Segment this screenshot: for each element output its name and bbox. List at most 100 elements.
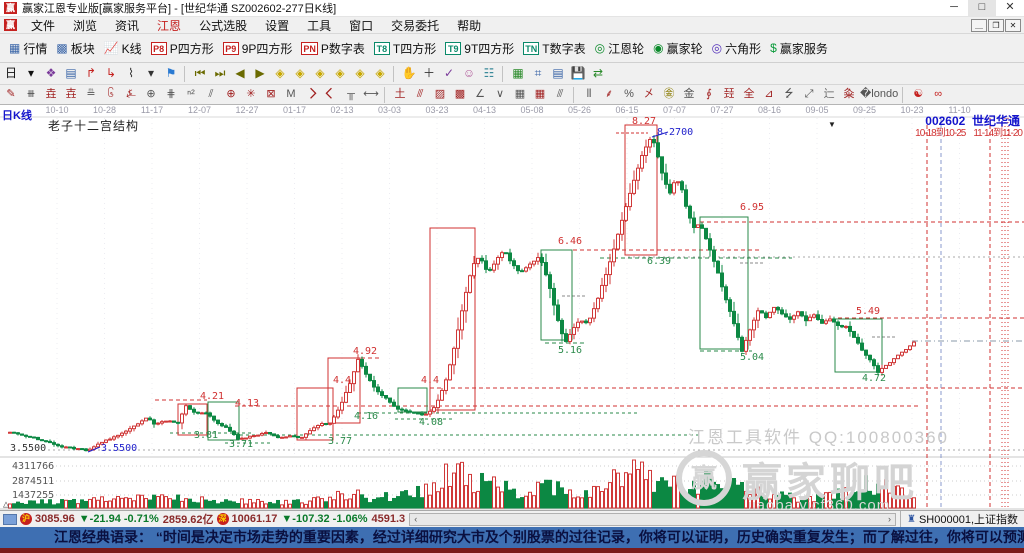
- save-icon[interactable]: 💾: [569, 65, 587, 83]
- chart-up-icon[interactable]: ↱: [82, 65, 100, 83]
- chart-down-icon[interactable]: ↳: [102, 65, 120, 83]
- flower-tool-icon[interactable]: ✳: [242, 87, 260, 103]
- current-index-panel[interactable]: ♜ SH000001,上证指数: [899, 511, 1024, 527]
- t-table-button[interactable]: TN T数字表: [523, 40, 586, 57]
- style-dropdown[interactable]: ▾: [142, 65, 160, 83]
- winner-service-button[interactable]: $ 赢家服务: [770, 40, 828, 57]
- mdi-minimize-button[interactable]: ＿: [971, 18, 987, 32]
- menu-item-1[interactable]: 浏览: [64, 19, 106, 33]
- hand-tool-icon[interactable]: ✋: [400, 65, 418, 83]
- gann-fan-dn-tool-icon[interactable]: 🮤: [322, 87, 340, 103]
- yinyang-icon[interactable]: ☯: [909, 87, 927, 103]
- slope3-tool-icon[interactable]: ⤢: [800, 87, 818, 103]
- mdi-restore-button[interactable]: ❐: [988, 18, 1004, 32]
- menu-item-4[interactable]: 公式选股: [190, 19, 256, 33]
- pen-tool-icon[interactable]: ✎: [2, 87, 20, 103]
- bridge-tool-icon[interactable]: ╥: [342, 87, 360, 103]
- sectors-button[interactable]: ▩ 板块: [56, 40, 94, 57]
- shade-box-tool-icon[interactable]: ▨: [431, 87, 449, 103]
- quotes-button[interactable]: ▦ 行情: [9, 40, 47, 57]
- shade-box2-tool-icon[interactable]: ▩: [451, 87, 469, 103]
- zoom-diamond-6-icon[interactable]: ◈: [371, 65, 389, 83]
- slope2-tool-icon[interactable]: ⭍: [780, 87, 798, 103]
- x-line-tool-icon[interactable]: 㐅: [640, 87, 658, 103]
- cycle-tool-icon[interactable]: ⊕: [142, 87, 160, 103]
- band-tool-icon[interactable]: 㠭: [720, 87, 738, 103]
- square-n-tool-icon[interactable]: ⁿ²: [182, 87, 200, 103]
- zoom-diamond-5-icon[interactable]: ◈: [351, 65, 369, 83]
- mdi-close-button[interactable]: ✕: [1005, 18, 1021, 32]
- shenzhen-icon[interactable]: 深: [216, 513, 229, 525]
- hatch-tool-icon[interactable]: ⫻: [551, 87, 569, 103]
- angle-tool-icon[interactable]: ⍼: [122, 87, 140, 103]
- scroll-right-arrow[interactable]: ›: [884, 514, 895, 524]
- minimize-button[interactable]: ─: [940, 0, 968, 16]
- anchor-tool-icon[interactable]: 土: [391, 87, 409, 103]
- first-page-icon[interactable]: ⏮: [191, 65, 209, 83]
- close-button[interactable]: ✕: [996, 0, 1024, 16]
- prev-icon[interactable]: ◀: [231, 65, 249, 83]
- menu-item-6[interactable]: 工具: [298, 19, 340, 33]
- percent-fan-tool-icon[interactable]: ⸙: [600, 87, 618, 103]
- fib-tool-icon[interactable]: ≞: [82, 87, 100, 103]
- zoom-diamond-4-icon[interactable]: ◈: [331, 65, 349, 83]
- menu-item-8[interactable]: 交易委托: [382, 19, 448, 33]
- last-page-icon[interactable]: ⏭: [211, 65, 229, 83]
- calendar-icon[interactable]: ▦: [509, 65, 527, 83]
- 9t-square-button[interactable]: T9 9T四方形: [445, 40, 514, 57]
- t-square-button[interactable]: T8 T四方形: [373, 40, 436, 57]
- gann-wheel-button[interactable]: ◎ 江恩轮: [595, 40, 645, 57]
- mask-tool-icon[interactable]: ☺: [460, 65, 478, 83]
- menu-item-9[interactable]: 帮助: [448, 19, 490, 33]
- ruler-tool-icon[interactable]: ⋕: [162, 87, 180, 103]
- zoom-diamond-2-icon[interactable]: ◈: [291, 65, 309, 83]
- period-day-button[interactable]: 日: [2, 65, 20, 83]
- cross-tool-icon[interactable]: ＋: [420, 65, 438, 83]
- 9p-square-button[interactable]: P9 9P四方形: [222, 40, 292, 57]
- menu-item-0[interactable]: 文件: [22, 19, 64, 33]
- zoom-diamond-1-icon[interactable]: ◈: [271, 65, 289, 83]
- gann-box-tool-icon[interactable]: 壵: [62, 87, 80, 103]
- indicator-flag-icon[interactable]: ⚑: [162, 65, 180, 83]
- spiral-tool-icon[interactable]: ၆: [102, 87, 120, 103]
- calculator-icon[interactable]: ⌗: [529, 65, 547, 83]
- hexagon-button[interactable]: ◎ 六角形: [712, 40, 762, 57]
- grid-lines-tool-icon[interactable]: ⧻: [22, 87, 40, 103]
- candle-style-icon[interactable]: ⌇: [122, 65, 140, 83]
- maximize-button[interactable]: □: [968, 0, 996, 16]
- menu-item-7[interactable]: 窗口: [340, 19, 382, 33]
- menu-item-3[interactable]: 江恩: [148, 19, 190, 33]
- percent-tool-icon[interactable]: %: [620, 87, 638, 103]
- fan-lines-tool-icon[interactable]: 粂: [840, 87, 858, 103]
- dots-line-tool-icon[interactable]: �londo: [860, 87, 898, 103]
- p-table-button[interactable]: PN P数字表: [301, 40, 365, 57]
- vee-tool-icon[interactable]: ∨: [491, 87, 509, 103]
- sz-index-value[interactable]: 10061.17: [232, 513, 278, 525]
- zigzag-tool-icon[interactable]: ✓: [440, 65, 458, 83]
- menu-item-5[interactable]: 设置: [256, 19, 298, 33]
- gold-line-tool-icon[interactable]: 金: [680, 87, 698, 103]
- range-tool-icon[interactable]: ⟷: [362, 87, 380, 103]
- horizontal-scrollbar[interactable]: ‹ ›: [409, 512, 896, 526]
- next-icon[interactable]: ▶: [251, 65, 269, 83]
- gann-grid-tool-icon[interactable]: 垚: [42, 87, 60, 103]
- export-icon[interactable]: ⇄: [589, 65, 607, 83]
- sh-index-value[interactable]: 3085.96: [35, 513, 75, 525]
- scroll-left-arrow[interactable]: ‹: [410, 514, 421, 524]
- matrix2-tool-icon[interactable]: ▦: [531, 87, 549, 103]
- kline-chart[interactable]: 日K线 老子十二宫结构 002602 世纪华通 10-18到10-25 11-14…: [0, 105, 1024, 514]
- winner-wheel-button[interactable]: ◉ 赢家轮: [653, 40, 703, 57]
- gann-fan-up-tool-icon[interactable]: 🮥: [302, 87, 320, 103]
- menu-item-2[interactable]: 资讯: [106, 19, 148, 33]
- channel-tool-icon[interactable]: ⫽: [202, 87, 220, 103]
- zoom-diamond-3-icon[interactable]: ◈: [311, 65, 329, 83]
- box-x-tool-icon[interactable]: ⊠: [262, 87, 280, 103]
- clipboard-icon[interactable]: ▤: [62, 65, 80, 83]
- trend-tool-icon[interactable]: ∠: [471, 87, 489, 103]
- group-tool-icon[interactable]: ☷: [480, 65, 498, 83]
- infinity-icon[interactable]: ∞: [929, 87, 947, 103]
- grid-icon[interactable]: [3, 513, 17, 525]
- ratio-tool-icon[interactable]: ⦀: [580, 87, 598, 103]
- matrix-tool-icon[interactable]: ▦: [511, 87, 529, 103]
- kline-button[interactable]: 📈 K线: [104, 40, 142, 57]
